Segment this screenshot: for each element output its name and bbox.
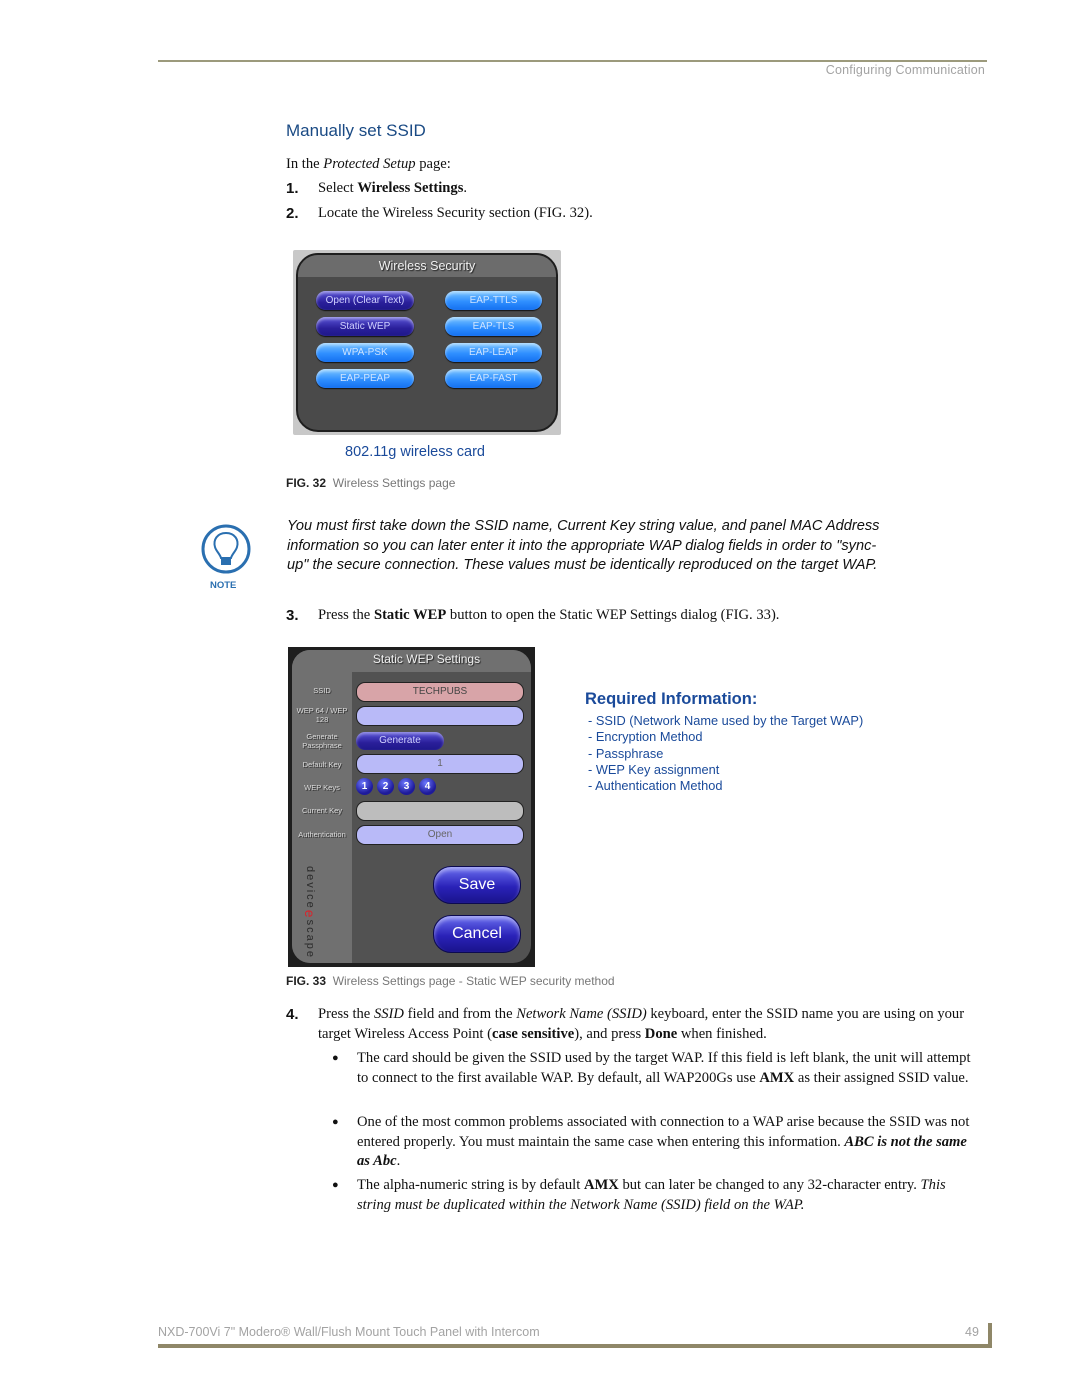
current-key-field[interactable] — [356, 801, 524, 821]
wep-bits-label: WEP 64 / WEP 128 — [296, 706, 348, 724]
authentication-label: Authentication — [298, 830, 346, 839]
bullet-dot-icon: ● — [332, 1179, 339, 1191]
required-info-title: Required Information: — [585, 690, 758, 708]
authentication-field[interactable]: Open — [356, 825, 524, 845]
fig33-caption: FIG. 33 Wireless Settings page - Static … — [286, 974, 615, 988]
wireless-security-title: Wireless Security — [298, 255, 556, 277]
wep-key-1-button[interactable]: 1 — [356, 778, 373, 795]
default-key-field[interactable]: 1 — [356, 754, 524, 774]
eap-tls-button[interactable]: EAP-TLS — [445, 317, 542, 336]
devicescape-logo: deviceescape — [302, 866, 318, 959]
step-4: 4. Press the SSID field and from the Net… — [286, 1006, 965, 1042]
wep-bits-field[interactable] — [356, 706, 524, 726]
list-item: - Authentication Method — [588, 778, 723, 794]
open-clear-text-button[interactable]: Open (Clear Text) — [316, 291, 414, 310]
eap-peap-button[interactable]: EAP-PEAP — [316, 369, 414, 388]
list-item: - Encryption Method — [588, 729, 703, 745]
wpa-psk-button[interactable]: WPA-PSK — [316, 343, 414, 362]
bullet-item-1: ● The card should be given the SSID used… — [332, 1050, 971, 1086]
header-section-title: Configuring Communication — [825, 63, 985, 77]
wep-key-4-button[interactable]: 4 — [419, 778, 436, 795]
intro-text: In the Protected Setup page: — [286, 156, 451, 172]
footer-rule-corner — [988, 1323, 992, 1347]
bullet-item-2: ● One of the most common problems associ… — [332, 1114, 970, 1169]
current-key-label: Current Key — [301, 806, 343, 815]
wep-keys-label: WEP Keys — [304, 783, 340, 792]
fig32-caption: FIG. 32 Wireless Settings page — [286, 476, 456, 490]
eap-leap-button[interactable]: EAP-LEAP — [445, 343, 542, 362]
bullet-item-3: ● The alpha-numeric string is by default… — [332, 1177, 946, 1213]
list-item: - SSID (Network Name used by the Target … — [588, 713, 864, 728]
cancel-button[interactable]: Cancel — [433, 915, 521, 953]
ssid-label: SSID — [313, 686, 331, 695]
list-item: - WEP Key assignment — [588, 761, 720, 777]
bullet-dot-icon: ● — [332, 1052, 339, 1064]
static-wep-button[interactable]: Static WEP — [316, 317, 414, 336]
static-wep-panel: Static WEP Settings SSID TECHPUBS WEP 64… — [288, 647, 535, 967]
wep-key-3-button[interactable]: 3 — [398, 778, 415, 795]
save-button[interactable]: Save — [433, 866, 521, 904]
footer-title: NXD-700Vi 7" Modero® Wall/Flush Mount To… — [158, 1325, 540, 1339]
list-item: - Passphrase — [588, 745, 664, 761]
eap-ttls-button[interactable]: EAP-TTLS — [445, 291, 542, 310]
note-label: NOTE — [210, 580, 237, 591]
wep-key-2-button[interactable]: 2 — [377, 778, 394, 795]
footer-rule — [158, 1344, 992, 1348]
static-wep-title: Static WEP Settings — [372, 652, 481, 666]
generate-button[interactable]: Generate — [356, 732, 444, 750]
header-rule — [158, 60, 987, 62]
section-heading: Manually set SSID — [286, 121, 426, 140]
card-label: 802.11g wireless card — [345, 444, 485, 460]
page-number: 49 — [965, 1325, 979, 1339]
default-key-label: Default Key — [302, 760, 342, 769]
generate-passphrase-label: Generate Passphrase — [302, 732, 342, 750]
note-text: You must first take down the SSID name, … — [287, 518, 880, 573]
eap-fast-button[interactable]: EAP-FAST — [445, 369, 542, 388]
lightbulb-note-icon — [201, 524, 251, 574]
required-info-list: - SSID (Network Name used by the Target … — [588, 713, 863, 794]
wireless-security-panel: Wireless Security Open (Clear Text) Stat… — [293, 250, 561, 435]
bullet-dot-icon: ● — [332, 1116, 339, 1128]
ssid-field[interactable]: TECHPUBS — [356, 682, 524, 702]
